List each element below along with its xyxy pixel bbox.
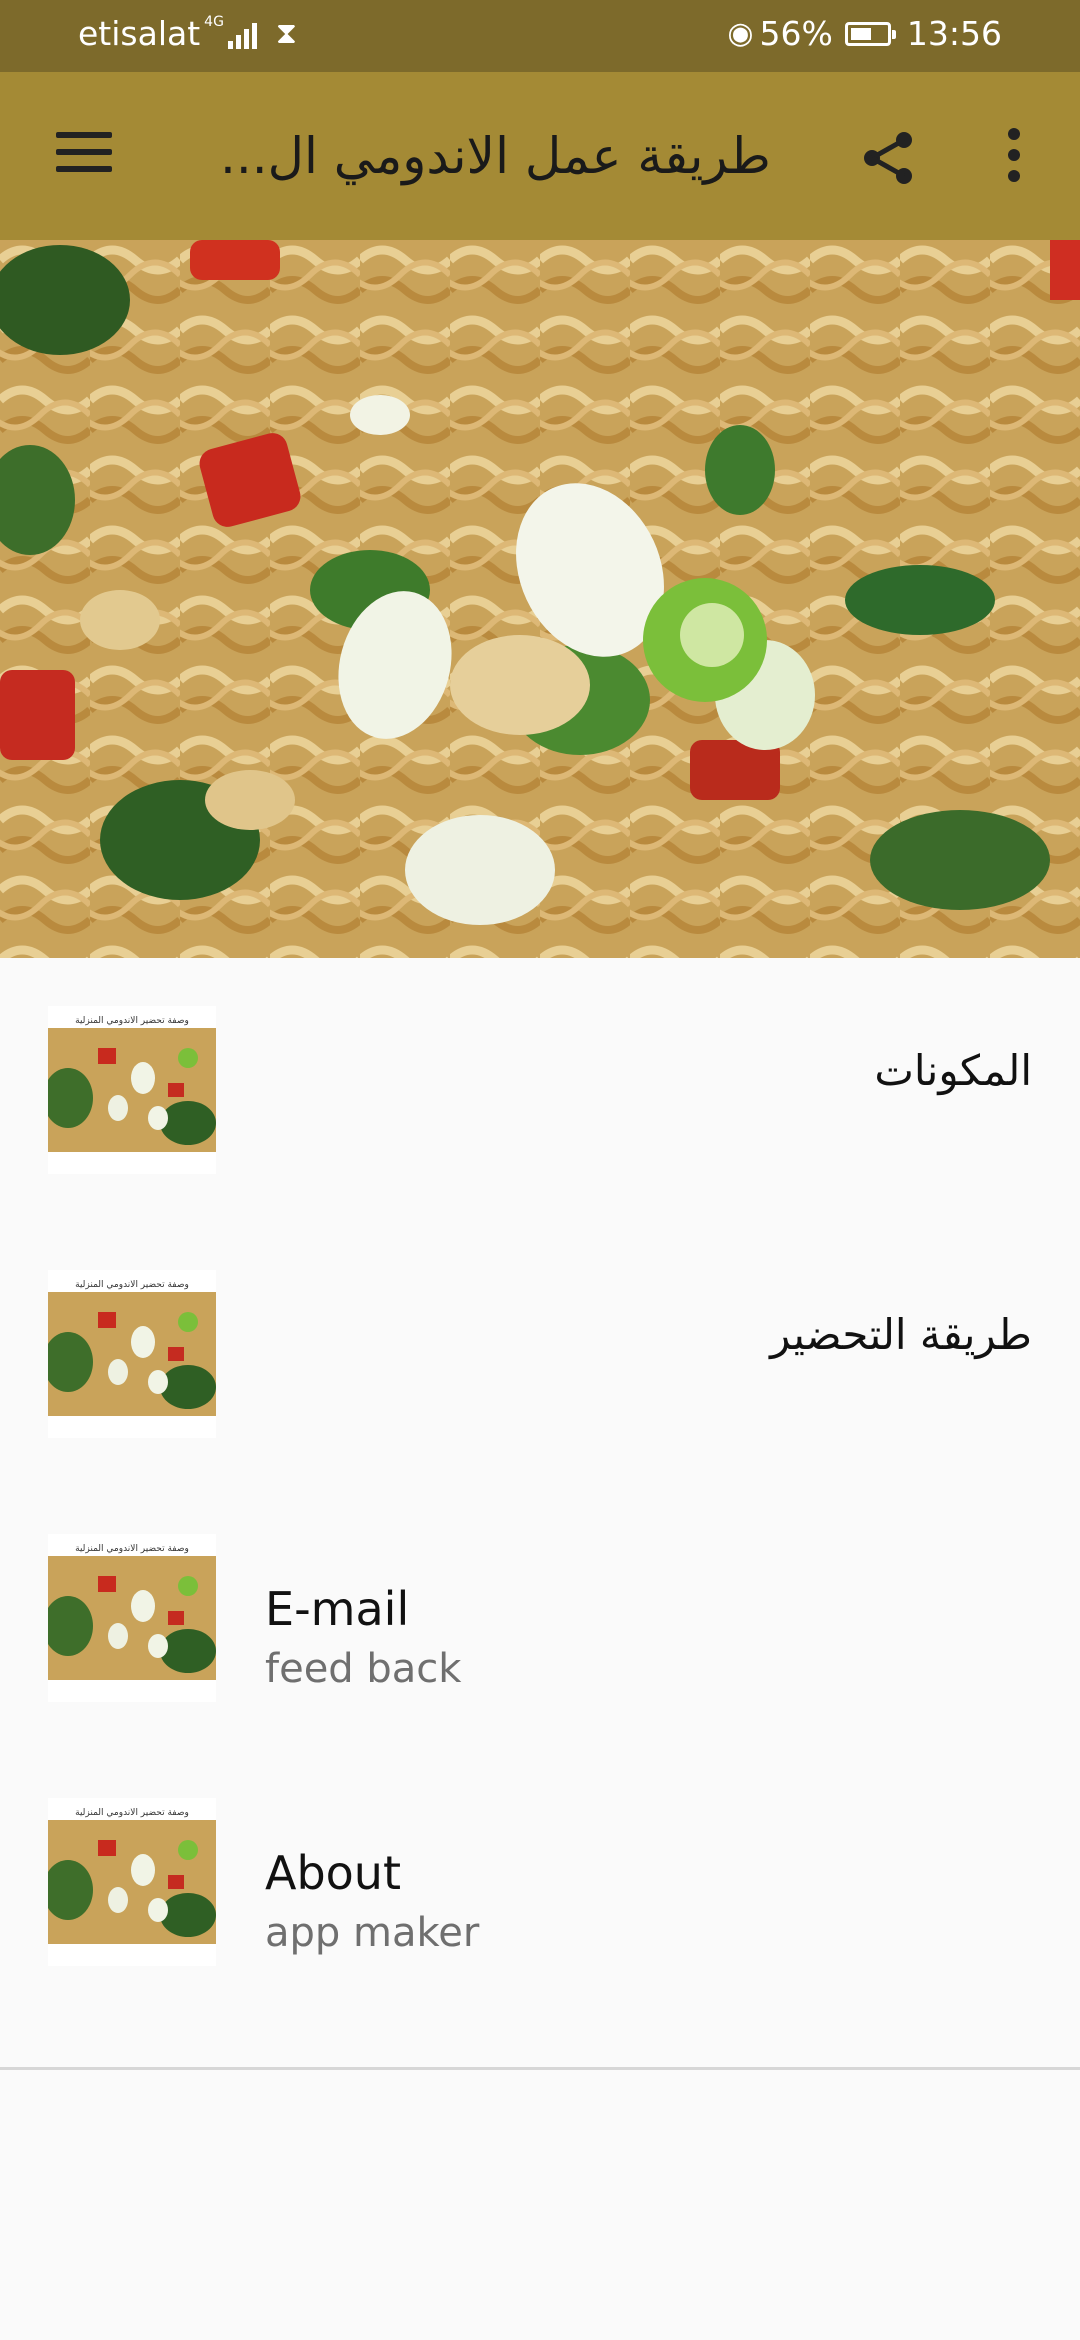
status-bar: etisalat 4G ⧗ ◉ 56% 13:56 <box>0 0 1080 72</box>
hamburger-menu-icon[interactable] <box>56 132 112 180</box>
battery-icon <box>844 21 896 46</box>
list-item-subtitle: app maker <box>265 1910 480 1956</box>
thumbnail-image: وصفة تحضير الاندومي المنزلية <box>48 1534 216 1702</box>
list-item-email[interactable]: وصفة تحضير الاندومي المنزلية E-mail feed… <box>0 1486 1080 1750</box>
network-type: 4G <box>204 13 224 30</box>
signal-icon <box>227 19 260 49</box>
list-item-subtitle: feed back <box>265 1646 462 1692</box>
menu-list: وصفة تحضير الاندومي المنزلية المكونات وص… <box>0 958 1080 2014</box>
list-item-about[interactable]: وصفة تحضير الاندومي المنزلية About app m… <box>0 1750 1080 2014</box>
thumbnail-caption: وصفة تحضير الاندومي المنزلية <box>75 1280 189 1290</box>
carrier-name: etisalat <box>78 14 201 53</box>
list-item-title: المكونات <box>874 1046 1032 1095</box>
list-item-title: E-mail <box>265 1582 410 1636</box>
clock: 13:56 <box>906 14 1002 53</box>
thumbnail-image: وصفة تحضير الاندومي المنزلية <box>48 1006 216 1174</box>
list-item-title: طريقة التحضير <box>770 1310 1032 1359</box>
header-food-image <box>0 240 1080 958</box>
eye-comfort-icon: ◉ <box>727 16 754 51</box>
app-title: طريقة عمل الاندومي ال... <box>220 127 771 185</box>
battery-percent: 56% <box>759 14 833 53</box>
app-bar: طريقة عمل الاندومي ال... <box>0 72 1080 240</box>
thumbnail-image: وصفة تحضير الاندومي المنزلية <box>48 1270 216 1438</box>
thumbnail-caption: وصفة تحضير الاندومي المنزلية <box>75 1544 189 1554</box>
thumbnail-caption: وصفة تحضير الاندومي المنزلية <box>75 1016 189 1026</box>
list-item-preparation[interactable]: وصفة تحضير الاندومي المنزلية طريقة التحض… <box>0 1222 1080 1486</box>
hourglass-icon: ⧗ <box>275 16 297 51</box>
list-item-ingredients[interactable]: وصفة تحضير الاندومي المنزلية المكونات <box>0 958 1080 1222</box>
share-icon[interactable] <box>858 128 918 188</box>
list-divider <box>0 2067 1080 2070</box>
thumbnail-caption: وصفة تحضير الاندومي المنزلية <box>75 1808 189 1818</box>
thumbnail-image: وصفة تحضير الاندومي المنزلية <box>48 1798 216 1966</box>
more-vert-icon[interactable] <box>1004 128 1024 188</box>
list-item-title: About <box>265 1846 402 1900</box>
